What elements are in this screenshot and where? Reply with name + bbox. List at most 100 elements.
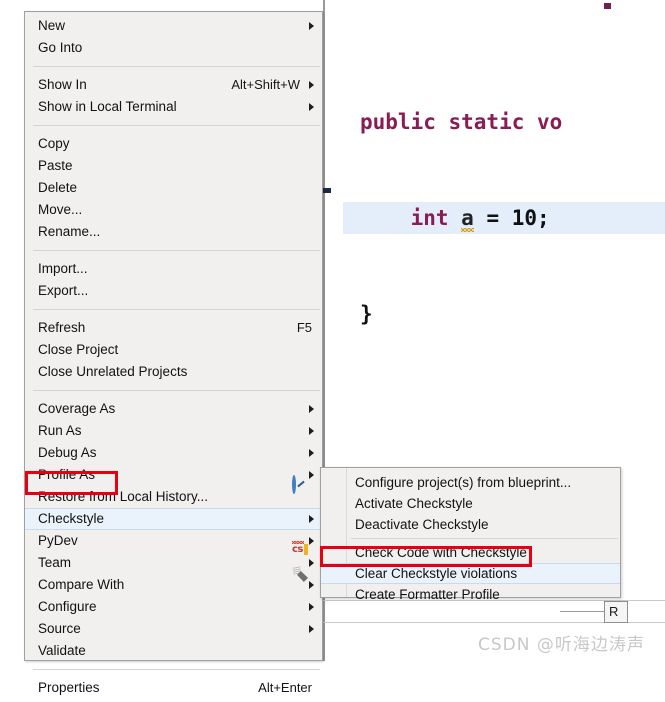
menu-item-team-label: Team — [38, 555, 72, 570]
submenu-item-configure-blueprint-label: Configure project(s) from blueprint... — [355, 475, 572, 490]
menu-item-run-as[interactable]: Run As — [25, 420, 322, 442]
menu-item-close-project-label: Close Project — [38, 342, 119, 357]
code-variable-label: a — [461, 206, 474, 230]
submenu-item-check-code-label: Check Code with Checkstyle — [355, 545, 527, 560]
code-line-1: public static vo — [360, 106, 665, 138]
menu-item-close-unrelated-projects-label: Close Unrelated Projects — [38, 364, 188, 379]
broom-icon — [292, 566, 309, 583]
menu-item-source[interactable]: Source — [25, 618, 322, 640]
menu-group-2: Show In Alt+Shift+W Show in Local Termin… — [25, 71, 322, 121]
menu-separator — [33, 669, 320, 670]
compass-icon — [292, 474, 309, 494]
csdn-watermark: CSDN @听海边涛声 — [478, 635, 645, 655]
menu-item-delete[interactable]: Delete — [25, 177, 322, 199]
submenu-item-create-formatter-profile-label: Create Formatter Profile — [355, 587, 500, 602]
code-line-3: } — [360, 298, 665, 330]
chevron-right-icon — [309, 537, 314, 545]
menu-item-paste[interactable]: Paste — [25, 155, 322, 177]
chevron-right-icon — [309, 515, 314, 523]
menu-item-refresh-label: Refresh — [38, 320, 86, 335]
code-line-1-text: public static vo — [360, 110, 563, 134]
menu-item-refresh-accel: F5 — [296, 320, 312, 335]
panel-rule — [560, 611, 605, 612]
menu-item-go-into[interactable]: Go Into — [25, 37, 322, 59]
submenu-item-configure-blueprint[interactable]: Configure project(s) from blueprint... — [292, 472, 620, 494]
menu-group-1: New Go Into — [25, 12, 322, 62]
submenu-separator — [351, 538, 618, 539]
warning-squiggle-icon — [461, 228, 474, 232]
menu-item-configure-label: Configure — [38, 599, 97, 614]
menu-item-pydev[interactable]: PyDev — [25, 530, 322, 552]
menu-item-compare-with[interactable]: Compare With — [25, 574, 322, 596]
menu-item-rename-label: Rename... — [38, 224, 101, 239]
menu-separator — [33, 390, 320, 391]
menu-item-refresh[interactable]: Refresh F5 — [25, 317, 322, 339]
menu-item-delete-label: Delete — [38, 180, 78, 195]
menu-item-coverage-as[interactable]: Coverage As — [25, 398, 322, 420]
chevron-right-icon — [309, 625, 314, 633]
menu-separator — [33, 125, 320, 126]
submenu-item-create-formatter-profile[interactable]: Create Formatter Profile — [321, 584, 620, 605]
menu-item-close-unrelated-projects[interactable]: Close Unrelated Projects — [25, 361, 322, 383]
menu-separator — [33, 309, 320, 310]
menu-item-rename[interactable]: Rename... — [25, 221, 322, 243]
menu-item-validate[interactable]: Validate — [25, 640, 322, 662]
menu-item-show-in-local-terminal-label: Show in Local Terminal — [38, 99, 177, 114]
menu-item-show-in-accel: Alt+Shift+W — [231, 77, 300, 92]
menu-item-checkstyle-label: Checkstyle — [38, 511, 105, 526]
editor-gutter-marker — [323, 188, 331, 193]
code-variable-a: a — [461, 206, 474, 232]
menu-item-properties-accel: Alt+Enter — [258, 680, 312, 695]
submenu-item-activate-checkstyle-label: Activate Checkstyle — [355, 496, 473, 511]
menu-item-show-in-local-terminal[interactable]: Show in Local Terminal — [25, 96, 322, 118]
cs-warning-icon: cs — [292, 541, 309, 561]
menu-item-move-label: Move... — [38, 202, 83, 217]
menu-item-profile-as[interactable]: Profile As — [25, 464, 322, 486]
menu-group-6: Coverage As Run As Debug As Profile As R… — [25, 395, 322, 665]
chevron-right-icon — [309, 449, 314, 457]
submenu-item-clear-violations-label: Clear Checkstyle violations — [355, 566, 518, 581]
code-line-2: int a = 10; — [343, 202, 665, 234]
menu-item-import[interactable]: Import... — [25, 258, 322, 280]
code-line-3-text: } — [360, 302, 373, 326]
menu-item-new[interactable]: New — [25, 15, 322, 37]
menu-group-5: Refresh F5 Close Project Close Unrelated… — [25, 314, 322, 386]
menu-item-checkstyle[interactable]: Checkstyle — [25, 508, 322, 530]
menu-item-compare-with-label: Compare With — [38, 577, 125, 592]
menu-item-new-label: New — [38, 18, 66, 33]
chevron-right-icon — [309, 559, 314, 567]
menu-item-paste-label: Paste — [38, 158, 73, 173]
code-content: public static vo int a = 10; } — [343, 42, 665, 394]
menu-item-profile-as-label: Profile As — [38, 467, 96, 482]
chevron-right-icon — [309, 471, 314, 479]
menu-item-configure[interactable]: Configure — [25, 596, 322, 618]
menu-item-copy[interactable]: Copy — [25, 133, 322, 155]
chevron-right-icon — [309, 103, 314, 111]
menu-item-export-label: Export... — [38, 283, 89, 298]
menu-item-move[interactable]: Move... — [25, 199, 322, 221]
menu-separator — [33, 66, 320, 67]
chevron-right-icon — [309, 22, 314, 30]
submenu-item-deactivate-checkstyle[interactable]: Deactivate Checkstyle — [321, 514, 620, 535]
menu-item-pydev-label: PyDev — [38, 533, 78, 548]
menu-item-run-as-label: Run As — [38, 423, 82, 438]
submenu-item-check-code-with-checkstyle[interactable]: cs Check Code with Checkstyle — [292, 541, 620, 563]
menu-item-show-in[interactable]: Show In Alt+Shift+W — [25, 74, 322, 96]
editor-caret-mark — [604, 3, 611, 9]
menu-item-export[interactable]: Export... — [25, 280, 322, 302]
menu-item-restore-from-local-history[interactable]: Restore from Local History... — [25, 486, 322, 508]
menu-item-debug-as[interactable]: Debug As — [25, 442, 322, 464]
submenu-item-activate-checkstyle[interactable]: Activate Checkstyle — [321, 493, 620, 514]
menu-item-team[interactable]: Team — [25, 552, 322, 574]
menu-item-import-label: Import... — [38, 261, 88, 276]
chevron-right-icon — [309, 427, 314, 435]
menu-item-coverage-as-label: Coverage As — [38, 401, 116, 416]
menu-group-7: Properties Alt+Enter — [25, 674, 322, 702]
checkstyle-submenu[interactable]: Configure project(s) from blueprint... A… — [292, 467, 621, 602]
menu-group-3: Copy Paste Delete Move... Rename... — [25, 130, 322, 246]
context-menu[interactable]: New Go Into Show In Alt+Shift+W Show in … — [24, 11, 323, 695]
submenu-item-clear-checkstyle-violations[interactable]: Clear Checkstyle violations — [292, 563, 620, 584]
menu-item-close-project[interactable]: Close Project — [25, 339, 322, 361]
menu-item-properties[interactable]: Properties Alt+Enter — [25, 677, 322, 699]
menu-item-properties-label: Properties — [38, 680, 100, 695]
